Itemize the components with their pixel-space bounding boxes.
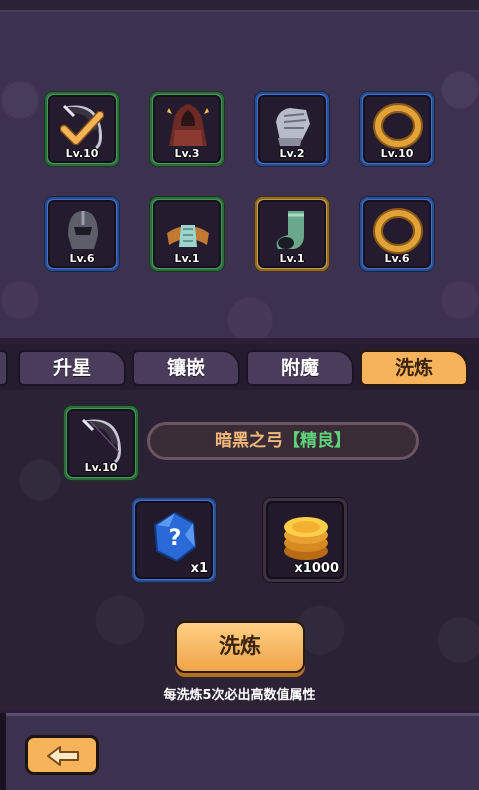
slot-level: Lv.6 — [384, 252, 410, 265]
tab-upgrade-star[interactable]: 升星 — [18, 350, 126, 386]
material-slot-gem[interactable]: ? x1 — [132, 498, 216, 582]
slot-level: Lv.10 — [380, 147, 414, 160]
slot-level: Lv.1 — [174, 252, 200, 265]
tab-enchant[interactable]: 附魔 — [246, 350, 354, 386]
equipment-slot-7[interactable]: Lv.1 — [255, 197, 329, 271]
item-quality: 【精良】 — [283, 431, 351, 451]
gold-coins-icon — [284, 517, 328, 560]
material-count: x1 — [190, 561, 208, 576]
back-button[interactable] — [25, 735, 99, 775]
top-strip — [0, 0, 479, 12]
selected-item-slot[interactable]: Lv.10 — [64, 406, 138, 480]
equipment-slot-3[interactable]: Lv.2 — [255, 92, 329, 166]
slot-level: Lv.10 — [84, 461, 118, 474]
tab-edge — [0, 350, 8, 386]
tab-bar: 升星 镶嵌 附魔 洗炼 — [0, 344, 479, 390]
bracer-icon — [167, 225, 209, 247]
slot-level: Lv.2 — [279, 147, 305, 160]
dark-bow-icon — [81, 418, 121, 464]
ring-icon — [373, 208, 423, 254]
equipment-slot-6[interactable]: Lv.1 — [150, 197, 224, 271]
tab-reforge[interactable]: 洗炼 — [360, 350, 468, 386]
item-name-label: 暗黑之弓【精良】 — [147, 422, 419, 460]
material-slot-gold[interactable]: x1000 — [263, 498, 347, 582]
equipment-slot-5[interactable]: Lv.6 — [45, 197, 119, 271]
gauntlet-icon — [276, 108, 310, 146]
reforge-button[interactable]: 洗炼 — [175, 621, 305, 673]
equipment-slot-2[interactable]: Lv.3 — [150, 92, 224, 166]
tab-inlay[interactable]: 镶嵌 — [132, 350, 240, 386]
equipped-check-icon — [60, 111, 104, 145]
bottom-bar-edge — [0, 713, 6, 790]
back-arrow-icon — [47, 746, 79, 766]
svg-text:?: ? — [169, 526, 182, 551]
slot-level: Lv.3 — [174, 147, 200, 160]
item-name: 暗黑之弓 — [215, 431, 283, 451]
boot-icon — [276, 211, 304, 249]
equipment-slot-4[interactable]: Lv.10 — [360, 92, 434, 166]
helmet-icon — [68, 211, 98, 249]
equipment-panel — [0, 0, 479, 338]
slot-level: Lv.6 — [69, 252, 95, 265]
equipment-slot-8[interactable]: Lv.6 — [360, 197, 434, 271]
slot-level: Lv.10 — [65, 147, 99, 160]
material-count: x1000 — [294, 561, 339, 576]
equipment-slot-1[interactable]: Lv.10 — [45, 92, 119, 166]
reforge-hint: 每洗炼5次必出高数值属性 — [163, 688, 316, 703]
mystery-gem-icon: ? — [153, 511, 197, 563]
cloak-icon — [167, 104, 209, 146]
slot-level: Lv.1 — [279, 252, 305, 265]
ring-icon — [373, 103, 423, 149]
